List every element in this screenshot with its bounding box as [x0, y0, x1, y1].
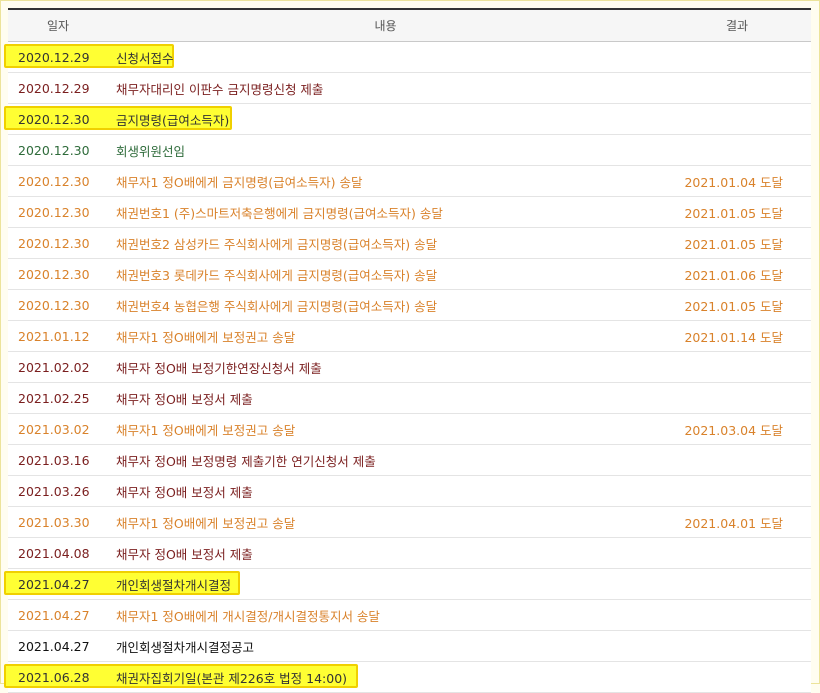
- row-content: 채무자1 정O배에게 보정권고 송달: [116, 329, 296, 345]
- table-row: 2020.12.30 채권번호3 롯데카드 주식회사에게 금지명령(급여소득자) …: [8, 259, 811, 290]
- row-date: 2020.12.29: [18, 80, 90, 96]
- table-row: 2021.04.27 개인회생절차개시결정: [4, 569, 811, 600]
- row-content: 개인회생절차개시결정: [116, 577, 232, 593]
- row-date: 2020.12.30: [18, 173, 90, 189]
- table-row: 2021.02.02 채무자 정O배 보정기한연장신청서 제출: [8, 352, 811, 383]
- row-result: 2021.01.14 도달: [684, 329, 783, 345]
- table-row: 2020.12.30 채무자1 정O배에게 금지명령(급여소득자) 송달 2021.…: [8, 166, 811, 197]
- row-content: 채무자 정O배 보정명령 제출기한 연기신청서 제출: [116, 453, 376, 469]
- row-date: 2021.06.28: [18, 669, 90, 685]
- table-row: 2020.12.29 채무자대리인 이판수 금지명령신청 제출: [8, 73, 811, 104]
- row-content: 채무자1 정O배에게 보정권고 송달: [116, 422, 296, 438]
- row-date: 2020.12.30: [18, 235, 90, 251]
- case-progress-table: 일자 내용 결과 2020.12.29 신청서접수 2020.12.29 채무자대리인…: [4, 8, 811, 693]
- table-row: 2021.03.26 채무자 정O배 보정서 제출: [8, 476, 811, 507]
- row-date: 2020.12.30: [18, 266, 90, 282]
- row-content: 채권번호1 (주)스마트저축은행에게 금지명령(급여소득자) 송달: [116, 205, 443, 221]
- row-result: 2021.01.05 도달: [684, 205, 783, 221]
- page-frame: 일자 내용 결과 2020.12.29 신청서접수 2020.12.29 채무자대리인…: [0, 0, 820, 693]
- table-row: 2021.01.12 채무자1 정O배에게 보정권고 송달 2021.01.14 도…: [8, 321, 811, 352]
- row-result: 2021.03.04 도달: [684, 422, 783, 438]
- table-row: 2020.12.30 금지명령(급여소득자): [4, 104, 811, 135]
- table-row: 2021.03.30 채무자1 정O배에게 보정권고 송달 2021.04.01 도…: [8, 507, 811, 538]
- row-content: 채권번호4 농협은행 주식회사에게 금지명령(급여소득자) 송달: [116, 298, 438, 314]
- row-result: 2021.01.05 도달: [684, 236, 783, 252]
- row-content: 채무자1 정O배에게 보정권고 송달: [116, 515, 296, 531]
- row-content: 채무자1 정O배에게 금지명령(급여소득자) 송달: [116, 174, 363, 190]
- row-content: 채권번호3 롯데카드 주식회사에게 금지명령(급여소득자) 송달: [116, 267, 438, 283]
- row-date: 2021.04.27: [18, 607, 90, 623]
- row-content: 채무자 정O배 보정기한연장신청서 제출: [116, 360, 322, 376]
- row-date: 2021.03.02: [18, 421, 90, 437]
- row-date: 2020.12.30: [18, 297, 90, 313]
- table-body: 2020.12.29 신청서접수 2020.12.29 채무자대리인 이판수 금지명령…: [4, 42, 811, 693]
- row-date: 2021.04.08: [18, 545, 90, 561]
- row-result: 2021.01.05 도달: [684, 298, 783, 314]
- row-date: 2021.04.27: [18, 576, 90, 592]
- row-date: 2021.01.12: [18, 328, 90, 344]
- row-date: 2020.12.29: [18, 49, 90, 65]
- table-row: 2020.12.29 신청서접수: [4, 42, 811, 73]
- table-row: 2020.12.30 회생위원선임: [8, 135, 811, 166]
- table-row: 2020.12.30 채권번호4 농협은행 주식회사에게 금지명령(급여소득자) …: [8, 290, 811, 321]
- table-row: 2021.04.27 개인회생절차개시결정공고: [8, 631, 811, 662]
- header-date: 일자: [46, 19, 70, 33]
- row-content: 채권번호2 삼성카드 주식회사에게 금지명령(급여소득자) 송달: [116, 236, 438, 252]
- table-row: 2021.06.28 채권자집회기일(본관 제226호 법정 14:00): [4, 662, 811, 693]
- row-date: 2021.04.27: [18, 638, 90, 654]
- row-content: 채무자 정O배 보정서 제출: [116, 546, 253, 562]
- table-row: 2020.12.30 채권번호2 삼성카드 주식회사에게 금지명령(급여소득자) …: [8, 228, 811, 259]
- row-content: 회생위원선임: [116, 143, 186, 159]
- header-result: 결과: [725, 19, 749, 33]
- row-content: 채무자 정O배 보정서 제출: [116, 391, 253, 407]
- row-date: 2020.12.30: [18, 204, 90, 220]
- table-row: 2021.03.02 채무자1 정O배에게 보정권고 송달 2021.03.04 도…: [8, 414, 811, 445]
- row-result: 2021.01.06 도달: [684, 267, 783, 283]
- row-date: 2021.02.02: [18, 359, 90, 375]
- table-row: 2021.02.25 채무자 정O배 보정서 제출: [8, 383, 811, 414]
- row-date: 2020.12.30: [18, 111, 90, 127]
- row-content: 채무자 정O배 보정서 제출: [116, 484, 253, 500]
- row-content: 금지명령(급여소득자): [116, 112, 230, 128]
- row-content: 채무자대리인 이판수 금지명령신청 제출: [116, 81, 324, 97]
- row-date: 2020.12.30: [18, 142, 90, 158]
- row-content: 채무자1 정O배에게 개시결정/개시결정통지서 송달: [116, 608, 380, 624]
- row-date: 2021.02.25: [18, 390, 90, 406]
- table-row: 2021.04.27 채무자1 정O배에게 개시결정/개시결정통지서 송달: [8, 600, 811, 631]
- row-result: 2021.01.04 도달: [684, 174, 783, 190]
- row-date: 2021.03.30: [18, 514, 90, 530]
- table-row: 2021.04.08 채무자 정O배 보정서 제출: [8, 538, 811, 569]
- row-content: 신청서접수: [116, 50, 174, 66]
- table-row: 2020.12.30 채권번호1 (주)스마트저축은행에게 금지명령(급여소득자)…: [8, 197, 811, 228]
- row-content: 개인회생절차개시결정공고: [116, 639, 255, 655]
- header-content: 내용: [374, 19, 397, 33]
- row-date: 2021.03.16: [18, 452, 90, 468]
- row-date: 2021.03.26: [18, 483, 90, 499]
- table-row: 2021.03.16 채무자 정O배 보정명령 제출기한 연기신청서 제출: [8, 445, 811, 476]
- row-result: 2021.04.01 도달: [684, 515, 783, 531]
- table-header: 일자 내용 결과: [8, 8, 811, 42]
